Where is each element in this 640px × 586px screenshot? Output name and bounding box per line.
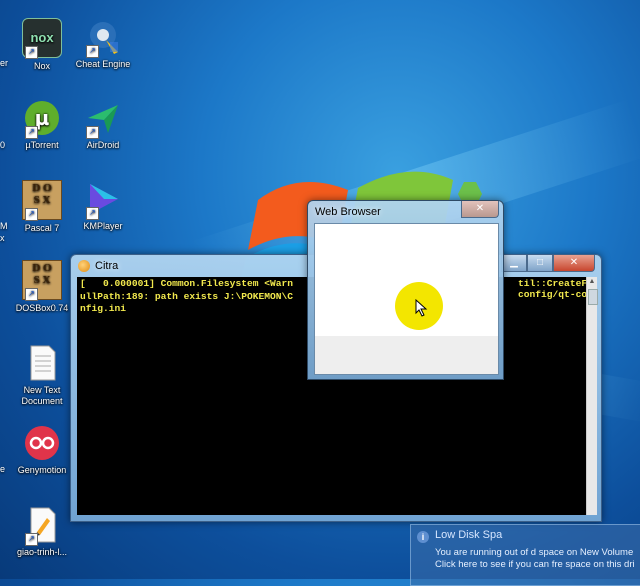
info-icon: i <box>417 531 429 543</box>
desktop-icon-dosbox[interactable]: D OS X ↗ DOSBox0.74 <box>4 260 80 314</box>
maximize-button[interactable]: □ <box>527 255 553 272</box>
desktop-icon-label: giao-trinh-l... <box>16 547 68 557</box>
desktop-icon-airdroid[interactable]: ↗ AirDroid <box>65 99 141 151</box>
desktop-icon-label: AirDroid <box>86 140 120 150</box>
browser-content[interactable] <box>314 223 499 375</box>
desktop-icon-pdf[interactable]: ↗ giao-trinh-l... <box>4 506 80 558</box>
console-line-tail: config/qt-co <box>518 288 587 300</box>
scroll-up-arrow-icon[interactable]: ▲ <box>587 277 597 287</box>
kmplayer-icon: ↗ <box>84 180 122 220</box>
text-document-icon <box>23 344 61 382</box>
notification-title: Low Disk Spa <box>435 529 503 541</box>
close-button[interactable]: ✕ <box>553 255 595 272</box>
notification-message: You are running out of d space on New Vo… <box>435 547 634 558</box>
desktop-icon-kmplayer[interactable]: ↗ KMPlayer <box>65 180 141 232</box>
caption-buttons: ▁ □ ✕ <box>501 255 595 272</box>
genymotion-icon <box>23 424 61 462</box>
desktop-icon-new-text-document[interactable]: New Text Document <box>4 344 80 407</box>
vertical-scrollbar[interactable]: ▲ <box>586 277 598 515</box>
airdroid-icon: ↗ <box>84 99 122 139</box>
browser-footer-area <box>315 336 498 374</box>
dosbox-icon: D OS X ↗ <box>22 260 62 301</box>
cheat-engine-icon: ↗ <box>84 18 122 58</box>
partial-icon-label: x <box>0 233 5 243</box>
mouse-pointer-icon <box>415 299 428 317</box>
desktop-icon-label: New Text Document <box>21 385 63 406</box>
web-browser-window[interactable]: Web Browser ✕ <box>307 200 504 380</box>
nox-icon: nox ↗ <box>22 18 62 59</box>
desktop-icon-label: DOSBox0.74 <box>15 303 69 313</box>
scroll-thumb[interactable] <box>588 289 598 305</box>
desktop-icon-label: Cheat Engine <box>75 59 131 69</box>
notification-message: Click here to see if you can fre space o… <box>435 559 635 570</box>
desktop-icon-genymotion[interactable]: Genymotion <box>4 424 80 476</box>
caption-buttons: ✕ <box>461 201 499 218</box>
desktop: { "desktop_icons": [ {"label": "Nox", "i… <box>0 0 640 586</box>
citra-app-icon <box>78 260 90 272</box>
desktop-icon-cheat-engine[interactable]: ↗ Cheat Engine <box>65 18 141 70</box>
low-disk-space-notification[interactable]: i Low Disk Spa You are running out of d … <box>410 524 640 586</box>
window-title: Citra <box>95 260 119 272</box>
utorrent-icon: µ ↗ <box>23 99 61 139</box>
close-button[interactable]: ✕ <box>461 201 499 218</box>
desktop-icon-label: KMPlayer <box>83 221 123 231</box>
desktop-icon-label: Genymotion <box>17 465 67 475</box>
dosbox-icon: D OS X ↗ <box>22 180 62 221</box>
pdf-document-icon: ↗ <box>23 506 61 546</box>
window-title: Web Browser <box>315 206 381 218</box>
minimize-button[interactable]: ▁ <box>501 255 527 272</box>
